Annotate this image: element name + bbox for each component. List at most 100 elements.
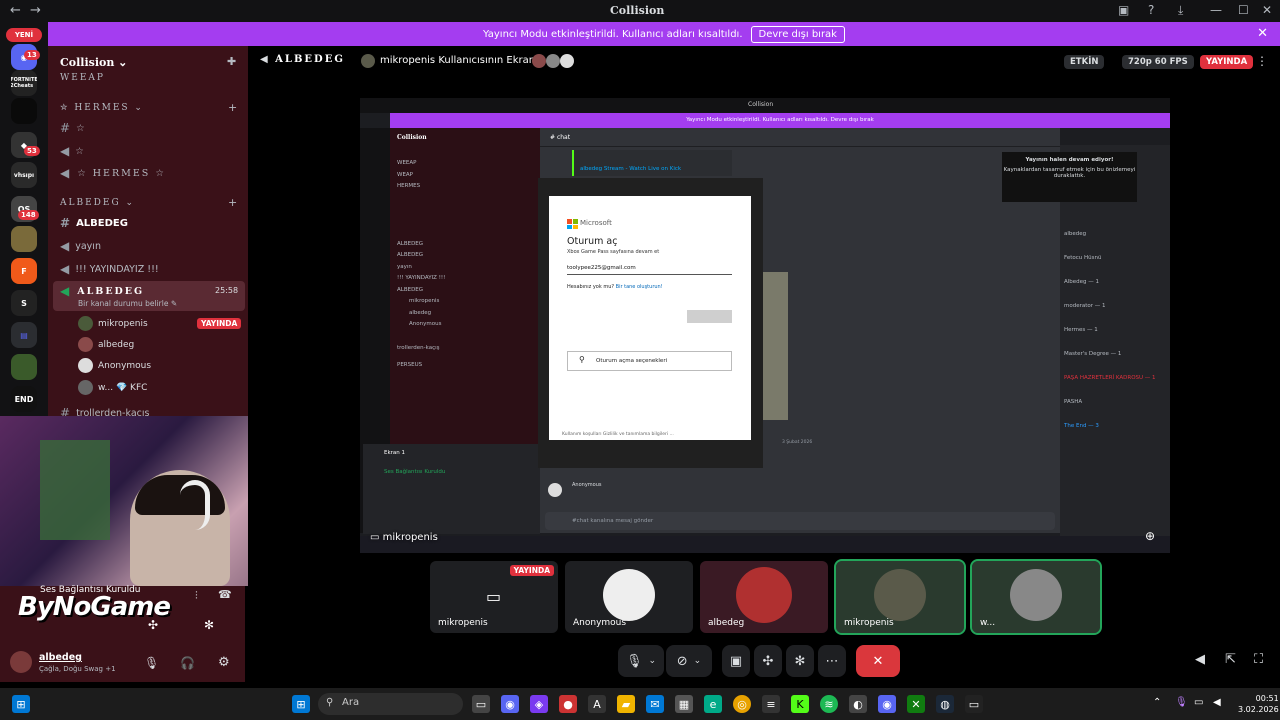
user-name: albedeg: [98, 339, 135, 350]
server-icon-fortnite[interactable]: FORTNITE 2Cheats: [11, 70, 37, 96]
quality-badge[interactable]: 720p 60 FPS: [1122, 55, 1194, 69]
dialog-footer: Kullanım koşulları Gizlilik ve tanımlama…: [562, 432, 674, 437]
channel-voice[interactable]: ◀ ☆: [60, 144, 84, 158]
download-icon[interactable]: ⤓: [1178, 3, 1183, 18]
app-icon[interactable]: A: [588, 695, 606, 713]
channel-announcement[interactable]: ◀ yayın: [60, 239, 101, 253]
kick-icon[interactable]: K: [791, 695, 809, 713]
disconnect-icon[interactable]: ☎: [218, 588, 232, 601]
new-badge[interactable]: YENİ: [6, 28, 42, 42]
signal-icon[interactable]: ⫶: [195, 589, 198, 603]
disable-streamer-mode-button[interactable]: Devre dışı bırak: [750, 25, 845, 43]
edge-icon[interactable]: e: [704, 695, 722, 713]
mute-button[interactable]: 🎙 ⌄: [618, 645, 664, 677]
sign-in-options-button[interactable]: Oturum açma seçenekleri: [567, 351, 732, 371]
category-weeap[interactable]: WEEAP: [60, 73, 105, 83]
add-channel-icon[interactable]: +: [228, 101, 237, 114]
category-albedeg[interactable]: ALBEDEG ⌄: [60, 198, 135, 208]
avatar[interactable]: [10, 651, 32, 673]
help-icon[interactable]: ?: [1148, 3, 1154, 17]
windows-start-icon[interactable]: ⊞: [292, 695, 310, 713]
mic-icon[interactable]: 🎙: [1175, 697, 1188, 708]
folder-icon[interactable]: ▤: [11, 322, 37, 348]
gear-icon[interactable]: ⚙: [218, 655, 230, 670]
channel-voice[interactable]: ◀ ☆ HERMES ☆: [60, 166, 166, 180]
more-icon[interactable]: ⋮: [1256, 54, 1268, 68]
server-icon-f[interactable]: F: [11, 258, 37, 284]
server-name[interactable]: Collision ⌄: [60, 56, 127, 69]
app-icon[interactable]: ●: [559, 695, 577, 713]
server-icon-vhs[interactable]: vhsıpı: [11, 162, 37, 188]
app-icon[interactable]: ≡: [762, 695, 780, 713]
share-screen-button[interactable]: ▣: [722, 645, 750, 677]
chrome-icon[interactable]: ◎: [733, 695, 751, 713]
store-icon[interactable]: ▦: [675, 695, 693, 713]
xbox-icon[interactable]: ✕: [907, 695, 925, 713]
zoom-icon[interactable]: ⊕: [1145, 529, 1155, 543]
forward-icon[interactable]: →: [30, 3, 41, 18]
chevron-down-icon: ⌄: [648, 656, 657, 666]
create-account-link[interactable]: Bir tane oluşturun!: [616, 284, 663, 290]
close-icon[interactable]: ✕: [1257, 26, 1268, 41]
participant-tile[interactable]: w...: [970, 559, 1102, 635]
mail-icon[interactable]: ✉: [646, 695, 664, 713]
channel-status[interactable]: Bir kanal durumu belirle ✎: [78, 299, 177, 308]
task-view-icon[interactable]: ▭: [472, 695, 490, 713]
volume-icon[interactable]: ◀: [1213, 697, 1221, 708]
stream-voice-status: Ses Bağlantısı Kuruldu: [384, 469, 446, 475]
current-user-name[interactable]: albedeg: [39, 652, 82, 663]
chevron-up-icon[interactable]: ⌃: [1153, 697, 1161, 708]
server-icon-end[interactable]: END: [11, 386, 37, 412]
channel-voice[interactable]: ◀ !!! YAYINDAYIZ !!!: [60, 262, 159, 276]
voice-user[interactable]: mikropenis: [78, 316, 148, 331]
mic-icon[interactable]: 🎙: [144, 656, 159, 670]
server-icon[interactable]: [11, 98, 37, 124]
back-icon[interactable]: ←: [10, 3, 21, 18]
headphones-icon[interactable]: 🎧: [180, 656, 195, 670]
close-window-icon[interactable]: ✕: [1262, 3, 1272, 17]
voice-user[interactable]: albedeg: [78, 337, 134, 352]
participant-tile[interactable]: mikropenis: [834, 559, 966, 635]
spotify-icon[interactable]: ≋: [820, 695, 838, 713]
participant-tile[interactable]: YAYINDA ▭ mikropenis: [430, 561, 558, 633]
participant-tile[interactable]: albedeg: [700, 561, 828, 633]
terminal-icon[interactable]: ▭: [965, 695, 983, 713]
windows-start-icon[interactable]: ⊞: [12, 695, 30, 713]
activities-button[interactable]: ✣: [754, 645, 782, 677]
maximize-icon[interactable]: ☐: [1238, 3, 1249, 17]
server-icon[interactable]: S: [11, 290, 37, 316]
participant-tile[interactable]: Anonymous: [565, 561, 693, 633]
add-channel-icon[interactable]: +: [228, 196, 237, 209]
inbox-icon[interactable]: ▣: [1118, 3, 1129, 17]
taskbar-search[interactable]: Ara: [318, 693, 463, 715]
steam-icon[interactable]: ◍: [936, 695, 954, 713]
file-explorer-icon[interactable]: ▰: [617, 695, 635, 713]
next-button[interactable]: [687, 310, 732, 323]
taskbar-clock[interactable]: 00:51 3.02.2026: [1238, 693, 1279, 715]
soundboard-button[interactable]: ✻: [786, 645, 814, 677]
voice-user[interactable]: w... 💎 KFC: [78, 380, 147, 395]
copilot-icon[interactable]: ◈: [530, 695, 548, 713]
popout-icon[interactable]: ⇱: [1225, 652, 1236, 667]
app-icon[interactable]: ◐: [849, 695, 867, 713]
disconnect-button[interactable]: ✕: [856, 645, 900, 677]
server-icon[interactable]: [11, 354, 37, 380]
soundboard-icon[interactable]: ✻: [204, 618, 214, 632]
activities-icon[interactable]: ✣: [148, 618, 158, 632]
channel-text[interactable]: # ALBEDEG: [60, 216, 128, 230]
chat-app-icon[interactable]: ◉: [501, 695, 519, 713]
camera-button[interactable]: ⊘ ⌄: [666, 645, 712, 677]
network-icon[interactable]: ▭: [1194, 697, 1203, 708]
channel-label: ALBEDEG: [76, 217, 128, 229]
category-hermes[interactable]: ✮ HERMES ⌄: [60, 103, 144, 113]
add-friend-icon[interactable]: ✚: [227, 55, 236, 68]
voice-user[interactable]: Anonymous: [78, 358, 151, 373]
email-field[interactable]: toolypee225@gmail.com: [567, 263, 732, 275]
minimize-icon[interactable]: —: [1210, 3, 1222, 17]
volume-icon[interactable]: ◀: [1195, 652, 1205, 667]
channel-text[interactable]: # ☆: [60, 121, 85, 135]
fullscreen-icon[interactable]: ⛶: [1254, 652, 1263, 667]
discord-icon[interactable]: ◉: [878, 695, 896, 713]
server-icon[interactable]: [11, 226, 37, 252]
more-options-button[interactable]: ⋯: [818, 645, 846, 677]
